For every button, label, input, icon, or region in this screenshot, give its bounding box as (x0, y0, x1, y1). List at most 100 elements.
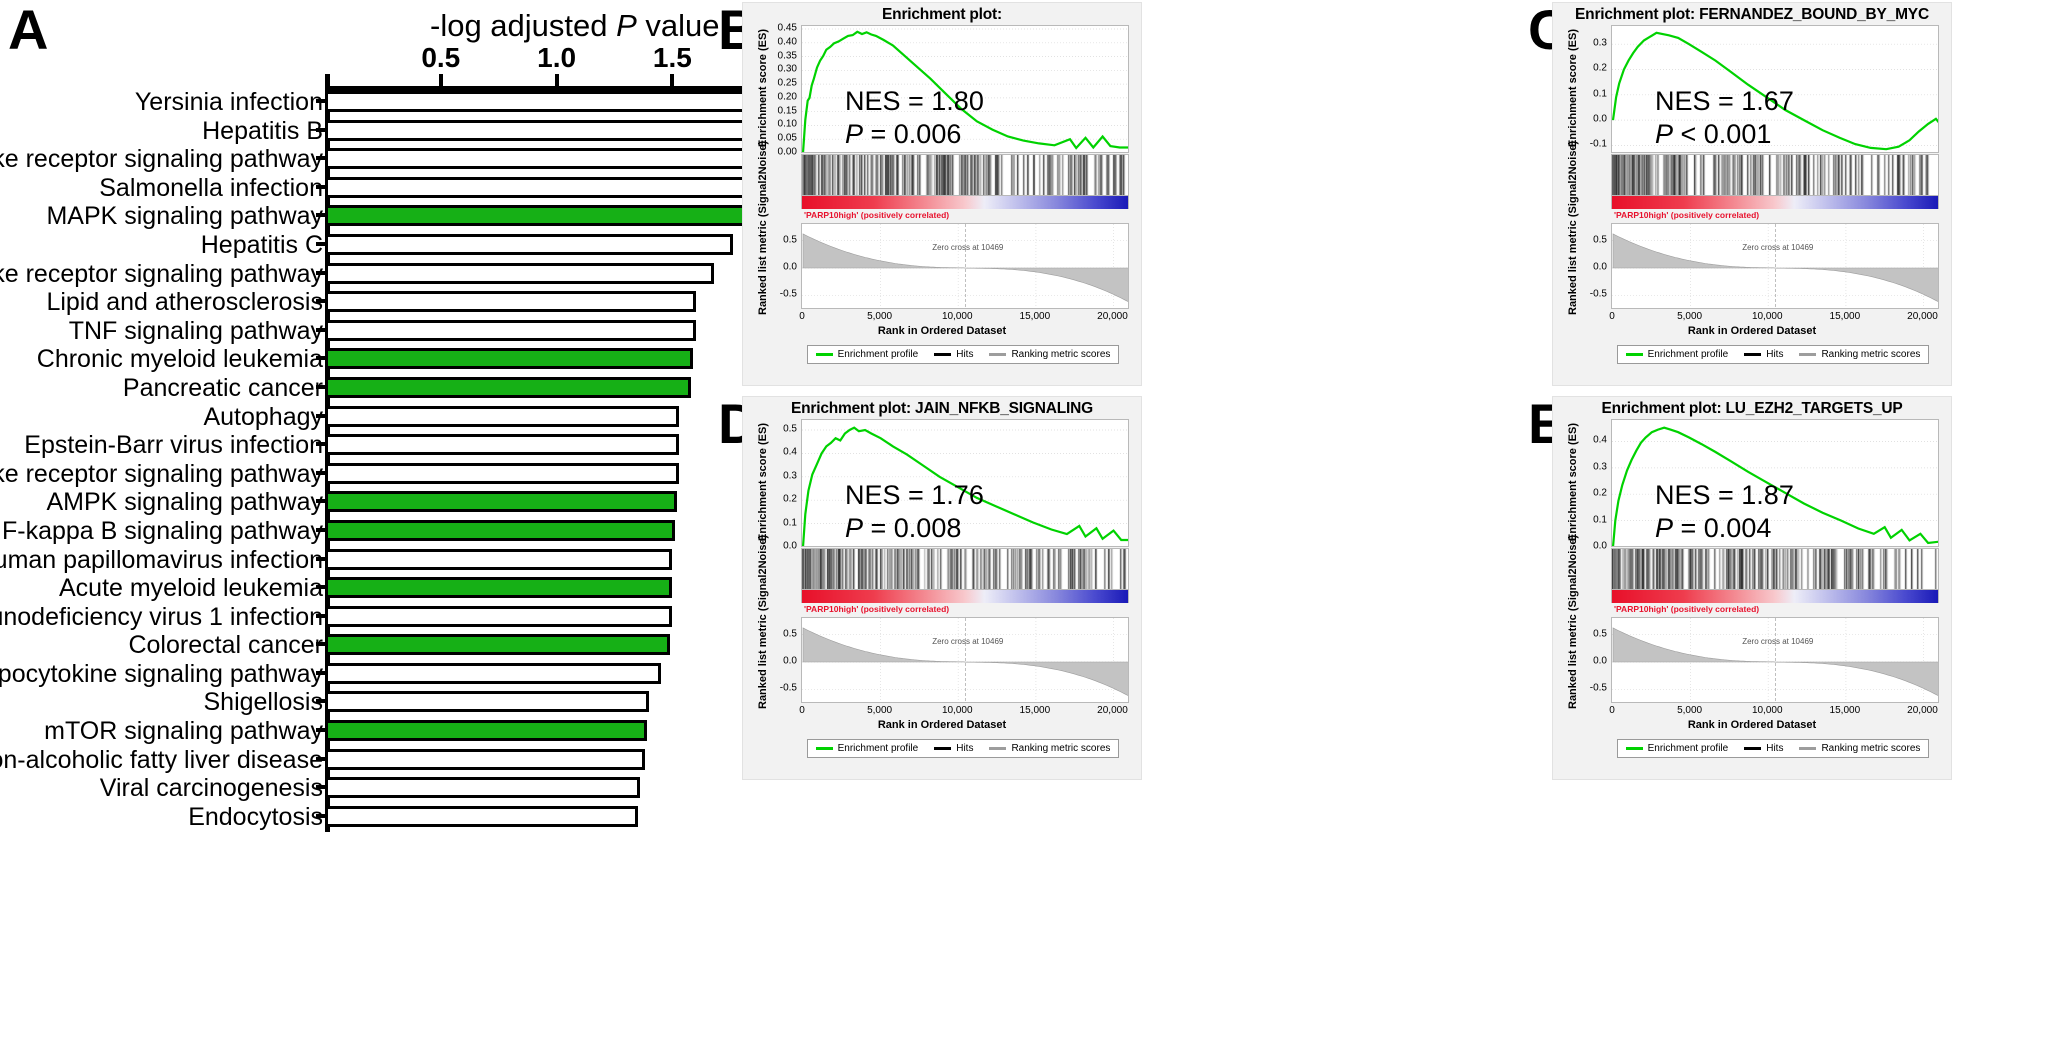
panel-a-category-label: Non-alcoholic fatty liver disease (0, 745, 323, 774)
legend-item: Hits (1744, 743, 1783, 754)
legend-label: Hits (1766, 743, 1784, 754)
x-tick-label: 20,000 (1907, 311, 1938, 322)
legend-swatch (1744, 747, 1762, 750)
legend-label: Hits (956, 349, 974, 360)
legend-swatch (1744, 353, 1762, 356)
correlation-gradient-band (1611, 196, 1939, 209)
y-tick-label: -0.5 (1589, 682, 1607, 694)
legend-label: Enrichment profile (837, 349, 919, 360)
legend-label: Enrichment profile (837, 743, 919, 754)
y-tick-label: -0.5 (779, 288, 797, 300)
enrichment-score-axis-label: Enrichment score (ES) (1567, 423, 1579, 541)
legend-label: Ranking metric scores (1011, 743, 1111, 754)
x-tick-label: 0 (1609, 311, 1615, 322)
x-tick-label: 20,000 (1097, 705, 1128, 716)
panel-a-bar (325, 577, 673, 599)
hits-band (1611, 154, 1939, 196)
panel-a-category-label: Shigellosis (203, 688, 323, 717)
panel-a-tick-label: 1.0 (537, 42, 577, 73)
gsea-title: Enrichment plot: FERNANDEZ_BOUND_BY_MYC (1575, 6, 1929, 23)
y-tick-label: -0.5 (779, 682, 797, 694)
y-tick-label: 0.0 (783, 261, 797, 273)
y-tick-label: 0.20 (777, 91, 797, 103)
legend-label: Enrichment profile (1647, 349, 1729, 360)
y-tick-label: 0.2 (783, 493, 797, 505)
y-tick-label: 0.15 (777, 105, 797, 117)
legend-item: Ranking metric scores (1799, 349, 1920, 360)
panel-a-bar (325, 319, 696, 341)
panel-a-bar (325, 491, 678, 513)
panel-a-bar (325, 777, 640, 799)
p-value-label: P = 0.008 (845, 512, 962, 543)
panel-d-gsea-plot: Enrichment plot: JAIN_NFKB_SIGNALING 0.5… (742, 396, 1142, 780)
ranked-list-metric-plot (1611, 617, 1939, 703)
panel-a-category-label: Endocytosis (188, 802, 323, 831)
panel-a-bar (325, 233, 733, 255)
panel-a-bar (325, 176, 777, 198)
y-tick-label: 0.00 (777, 146, 797, 158)
enrichment-score-y-ticks: 0.45 0.40 0.35 0.30 0.25 0.20 0.15 0.10 0.05 0.00 (743, 23, 797, 158)
y-tick-label: 0.3 (783, 470, 797, 482)
panel-a-category-label: Epstein-Barr virus infection (24, 431, 323, 460)
y-tick-label: 0.5 (783, 423, 797, 435)
gradient-band-canvas (802, 196, 1128, 209)
x-axis-label: Rank in Ordered Dataset (877, 719, 1007, 731)
correlation-gradient-band (801, 590, 1129, 603)
panel-a-category-label: mTOR signaling pathway (44, 717, 323, 746)
legend-item: Enrichment profile (815, 349, 919, 360)
legend-label: Enrichment profile (1647, 743, 1729, 754)
axis-title-pre: -log adjusted (430, 8, 617, 43)
legend-item: Enrichment profile (815, 743, 919, 754)
y-tick-label: 0.1 (1593, 88, 1607, 100)
x-tick-label: 15,000 (1019, 705, 1051, 716)
legend-swatch (934, 353, 952, 356)
legend-swatch (989, 353, 1007, 356)
enrichment-score-axis-label: Enrichment score (ES) (757, 423, 769, 541)
legend-item: Hits (1744, 349, 1783, 360)
y-tick-label: 0.5 (783, 234, 797, 246)
gsea-legend: Enrichment profile Hits Ranking metric sco… (1617, 345, 1929, 364)
y-tick-label: 0.1 (1593, 514, 1607, 526)
y-tick-label: 0.3 (1593, 461, 1607, 473)
hits-band-canvas (802, 155, 1128, 195)
legend-label: Hits (1766, 349, 1784, 360)
x-tick-label: 10,000 (941, 311, 973, 322)
panel-e-gsea-plot: Enrichment plot: LU_EZH2_TARGETS_UP 0.4 0… (1552, 396, 1952, 780)
ranked-list-metric-axis-label: Ranked list metric (Signal2Noise) (1567, 140, 1579, 315)
panel-a-category-label: Pancreatic cancer (122, 373, 323, 402)
y-tick-label: 0.4 (783, 446, 797, 458)
x-tick-label: 10,000 (1751, 705, 1783, 716)
y-tick-label: 0.2 (1593, 62, 1607, 74)
x-tick-label: 0 (1609, 705, 1615, 716)
hits-band-canvas (802, 549, 1128, 589)
panel-a-category-label: MAPK signaling pathway (46, 202, 323, 231)
legend-swatch (815, 353, 833, 356)
gsea-legend: Enrichment profile Hits Ranking metric sco… (807, 739, 1119, 758)
panel-a-bar (325, 348, 694, 370)
x-tick-label: 5,000 (867, 705, 893, 716)
gsea-legend: Enrichment profile Hits Ranking metric sco… (1617, 739, 1929, 758)
x-tick-label: 10,000 (1751, 311, 1783, 322)
axis-title-p: P (616, 8, 637, 43)
panel-a-bar (325, 262, 715, 284)
hits-band-canvas (1612, 155, 1938, 195)
p-value-label: P = 0.006 (845, 118, 962, 149)
rank-metric-y-ticks: 0.5 0.0 -0.5 (1553, 617, 1607, 703)
legend-swatch (1799, 747, 1817, 750)
zero-cross-label: Zero cross at 10469 (1742, 637, 1814, 646)
hits-band (801, 548, 1129, 590)
panel-a-category-label: Adipocytokine signaling pathway (0, 659, 323, 688)
nes-label: NES = 1.87 (1655, 480, 1794, 510)
panel-a-tick-label: 0.5 (421, 42, 461, 73)
y-tick-label: -0.5 (1589, 288, 1607, 300)
x-tick-label: 15,000 (1829, 311, 1861, 322)
enrichment-score-axis-label: Enrichment score (ES) (757, 29, 769, 147)
positive-correlation-label: 'PARP10high' (positively correlated) (804, 604, 950, 614)
legend-swatch (1799, 353, 1817, 356)
axis-title-post: value (636, 8, 720, 43)
positive-correlation-label: 'PARP10high' (positively correlated) (1614, 210, 1760, 220)
panel-b-gsea-plot: Enrichment plot: BILD_MYC_ONCOGENIC_SIGN… (742, 2, 1142, 386)
nes-label: NES = 1.80 (845, 86, 984, 116)
ranked-list-metric-axis-label: Ranked list metric (Signal2Noise) (757, 534, 769, 709)
x-tick-labels: 0 5,000 10,000 15,000 20,000 (799, 705, 1129, 719)
